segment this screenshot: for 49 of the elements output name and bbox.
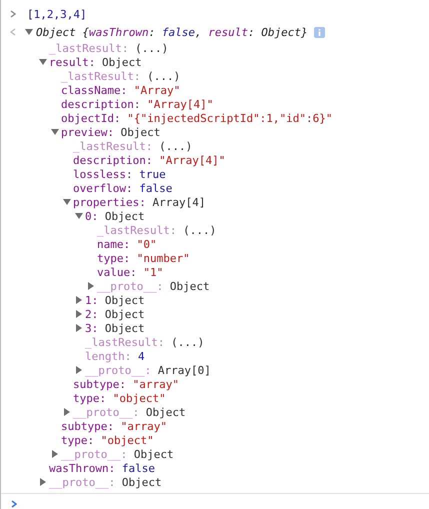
property-text: type: "number" [97,252,190,264]
object-summary: Object {wasThrown: false, result: Object} [36,26,308,38]
triangle-icon[interactable] [51,128,59,136]
property-text: result: Object [49,56,142,68]
property-text: description: "Array[4]" [73,154,226,166]
property-text: overflow: false [73,182,172,194]
property-text: _lastResult: (...) [49,42,168,54]
prompt-icon[interactable] [11,500,17,508]
property-text: __proto__: Array[0] [85,364,211,376]
property-text: subtype: "array" [73,378,179,390]
triangle-icon[interactable] [75,324,83,332]
property-text: _lastResult: (...) [97,224,216,236]
property-text: 2: Object [85,308,145,320]
property-text: __proto__: Object [49,476,162,488]
property-text: className: "Array" [61,84,180,96]
triangle-icon[interactable] [75,366,83,374]
triangle-icon[interactable] [63,198,71,206]
command-text: [1,2,3,4] [27,8,87,20]
property-text: _lastResult: (...) [85,336,204,348]
property-text: 1: Object [85,294,145,306]
property-text: subtype: "array" [61,420,167,432]
property-text: lossless: true [73,168,166,180]
chevron-icon [10,10,16,18]
triangle-icon[interactable] [63,408,71,416]
property-text: _lastResult: (...) [73,140,192,152]
property-text: _lastResult: (...) [61,70,180,82]
property-text: __proto__: Object [97,280,210,292]
triangle-icon[interactable] [87,282,95,290]
triangle-icon[interactable] [25,28,33,36]
triangle-icon[interactable] [75,296,83,304]
property-text: description: "Array[4]" [61,98,214,110]
property-text: length: 4 [85,350,145,362]
property-text: __proto__: Object [73,406,186,418]
property-text: 0: Object [85,210,145,222]
triangle-icon[interactable] [51,450,59,458]
triangle-icon[interactable] [75,212,83,220]
property-text: properties: Array[4] [73,196,206,208]
property-text: preview: Object [61,126,160,138]
property-text: value: "1" [97,266,164,278]
property-text: objectId: "{"injectedScriptId":1,"id":6}" [61,112,333,124]
property-text: 3: Object [85,322,145,334]
property-text: name: "0" [97,238,157,250]
triangle-icon[interactable] [39,58,47,66]
property-text: wasThrown: false [49,462,155,474]
triangle-icon[interactable] [75,310,83,318]
property-text: type: "object" [73,392,166,404]
property-text: __proto__: Object [61,448,174,460]
triangle-icon[interactable] [39,478,47,486]
property-text: type: "object" [61,434,154,446]
